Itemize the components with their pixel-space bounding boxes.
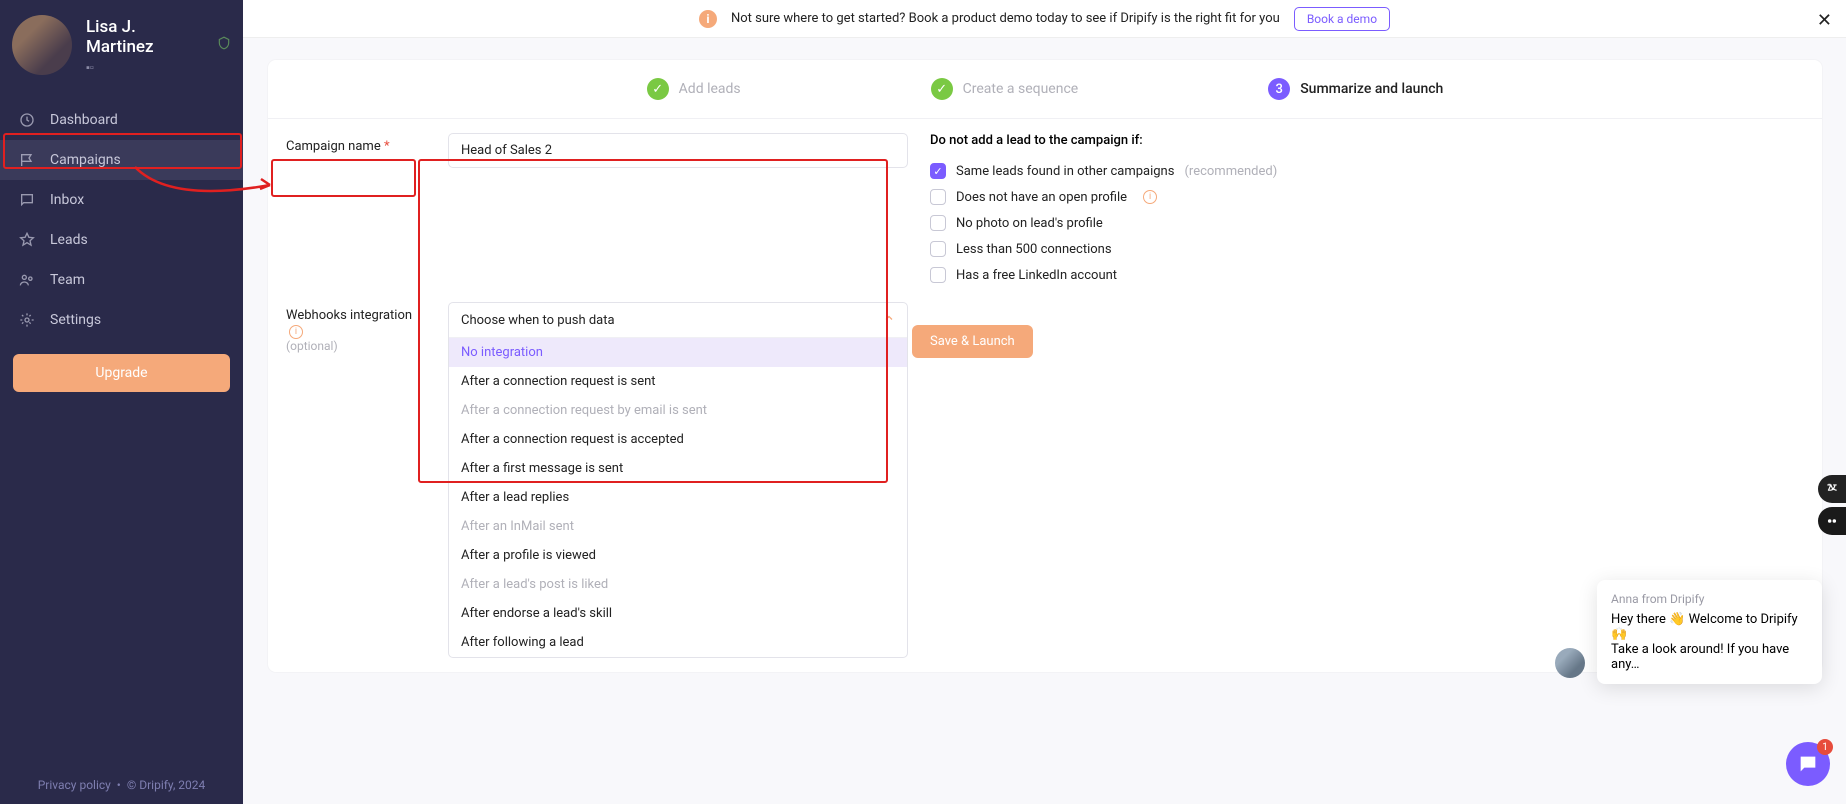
select-option[interactable]: After a connection request is accepted — [449, 425, 907, 454]
chat-popup[interactable]: Anna from Dripify Hey there 👋 Welcome to… — [1597, 580, 1822, 684]
step-add-leads[interactable]: ✓ Add leads — [647, 78, 741, 100]
user-name: Lisa J. Martinez — [86, 17, 199, 57]
upgrade-button[interactable]: Upgrade — [13, 354, 230, 392]
sidebar-item-team[interactable]: Team — [0, 260, 243, 300]
select-header[interactable]: Choose when to push data — [449, 303, 907, 337]
privacy-link[interactable]: Privacy policy — [38, 778, 111, 792]
team-icon — [18, 272, 36, 288]
select-option[interactable]: After a profile is viewed — [449, 541, 907, 570]
check-icon: ✓ — [931, 78, 953, 100]
info-icon[interactable]: i — [289, 325, 303, 339]
exclude-checkbox-row[interactable]: ✓ Same leads found in other campaigns (re… — [930, 158, 1804, 184]
sidebar-item-leads[interactable]: Leads — [0, 220, 243, 260]
select-option[interactable]: After a connection request is sent — [449, 367, 907, 396]
step-create-sequence[interactable]: ✓ Create a sequence — [931, 78, 1079, 100]
sidebar-item-inbox[interactable]: Inbox — [0, 180, 243, 220]
save-launch-button[interactable]: Save & Launch — [912, 325, 1033, 358]
chat-badge: 1 — [1817, 739, 1833, 755]
star-icon — [18, 232, 36, 248]
sidebar-item-campaigns[interactable]: Campaigns — [0, 140, 243, 180]
banner-text: Not sure where to get started? Book a pr… — [731, 11, 1280, 26]
nav-label: Inbox — [50, 192, 84, 208]
translate-icon[interactable] — [1818, 475, 1846, 503]
main-panel: ✓ Add leads ✓ Create a sequence 3 Summar… — [268, 60, 1822, 672]
select-options: No integrationAfter a connection request… — [449, 337, 907, 657]
chat-from: Anna from Dripify — [1611, 592, 1808, 606]
copyright: © Dripify, 2024 — [127, 778, 205, 792]
stepper: ✓ Add leads ✓ Create a sequence 3 Summar… — [268, 60, 1822, 119]
webhook-label: Webhooks integration — [286, 308, 412, 323]
step-number: 3 — [1268, 78, 1290, 100]
checkbox[interactable] — [930, 267, 946, 283]
check-icon: ✓ — [647, 78, 669, 100]
recommended-tag: (recommended) — [1184, 164, 1277, 179]
checkbox[interactable] — [930, 215, 946, 231]
shield-icon — [217, 36, 231, 54]
checkbox-label: Has a free LinkedIn account — [956, 268, 1117, 283]
checkbox[interactable]: ✓ — [930, 163, 946, 179]
select-option[interactable]: After a first message is sent — [449, 454, 907, 483]
select-option: After a connection request by email is s… — [449, 396, 907, 425]
campaign-name-label: Campaign name — [286, 139, 381, 154]
avatar[interactable] — [12, 15, 72, 75]
checkbox[interactable] — [930, 189, 946, 205]
message-icon — [18, 192, 36, 208]
side-float — [1818, 475, 1846, 535]
sidebar: Lisa J. Martinez ▪▫ Dashboard Campaigns … — [0, 0, 243, 804]
sidebar-item-dashboard[interactable]: Dashboard — [0, 100, 243, 140]
gear-icon — [18, 312, 36, 328]
select-option: After an InMail sent — [449, 512, 907, 541]
exclude-checkbox-row[interactable]: Less than 500 connections — [930, 236, 1804, 262]
campaign-name-row: Campaign name * Do not add a lead to the… — [268, 119, 1822, 302]
book-demo-button[interactable]: Book a demo — [1294, 7, 1390, 31]
flag-icon — [18, 152, 36, 168]
chat-launcher[interactable]: 1 — [1786, 742, 1830, 786]
exclude-checkbox-row[interactable]: No photo on lead's profile — [930, 210, 1804, 236]
nav: Dashboard Campaigns Inbox Leads Team Set… — [0, 100, 243, 340]
select-option[interactable]: After following a lead — [449, 628, 907, 657]
nav-label: Dashboard — [50, 112, 118, 128]
exclude-title: Do not add a lead to the campaign if: — [930, 133, 1804, 148]
chevron-up-icon — [883, 312, 895, 328]
exclude-checkbox-row[interactable]: Has a free LinkedIn account — [930, 262, 1804, 288]
nav-label: Leads — [50, 232, 88, 248]
select-option[interactable]: After a lead replies — [449, 483, 907, 512]
required-mark: * — [384, 139, 390, 154]
campaign-card: ✓ Add leads ✓ Create a sequence 3 Summar… — [268, 60, 1822, 672]
sidebar-item-settings[interactable]: Settings — [0, 300, 243, 340]
info-icon: i — [699, 10, 717, 28]
select-option[interactable]: No integration — [449, 338, 907, 367]
webhook-row: Webhooks integration i (optional) Choose… — [268, 302, 1822, 672]
checkbox-label: Less than 500 connections — [956, 242, 1112, 257]
chat-line: Hey there 👋 Welcome to Dripify 🙌 — [1611, 612, 1808, 642]
exclude-checkbox-row[interactable]: Does not have an open profile i — [930, 184, 1804, 210]
support-icon[interactable] — [1818, 507, 1846, 535]
checkbox-label: No photo on lead's profile — [956, 216, 1103, 231]
checkbox[interactable] — [930, 241, 946, 257]
nav-label: Team — [50, 272, 85, 288]
info-icon[interactable]: i — [1143, 190, 1157, 204]
close-icon[interactable]: ✕ — [1817, 10, 1832, 31]
chat-avatar — [1555, 648, 1585, 678]
step-summarize-launch[interactable]: 3 Summarize and launch — [1268, 78, 1443, 100]
demo-banner: i Not sure where to get started? Book a … — [243, 0, 1846, 38]
sidebar-footer: Privacy policy • © Dripify, 2024 — [0, 778, 243, 792]
optional-label: (optional) — [286, 339, 338, 353]
nav-label: Campaigns — [50, 152, 121, 168]
campaign-name-input[interactable] — [448, 133, 908, 168]
clock-icon — [18, 112, 36, 128]
nav-label: Settings — [50, 312, 101, 328]
select-option[interactable]: After endorse a lead's skill — [449, 599, 907, 628]
chat-line: Take a look around! If you have any… — [1611, 642, 1808, 672]
user-block: Lisa J. Martinez ▪▫ — [0, 0, 243, 90]
select-option: After a lead's post is liked — [449, 570, 907, 599]
webhook-select[interactable]: Choose when to push data No integrationA… — [448, 302, 908, 658]
checkbox-label: Does not have an open profile — [956, 190, 1127, 205]
user-subtitle: ▪▫ — [86, 61, 199, 74]
checkbox-label: Same leads found in other campaigns — [956, 164, 1174, 179]
